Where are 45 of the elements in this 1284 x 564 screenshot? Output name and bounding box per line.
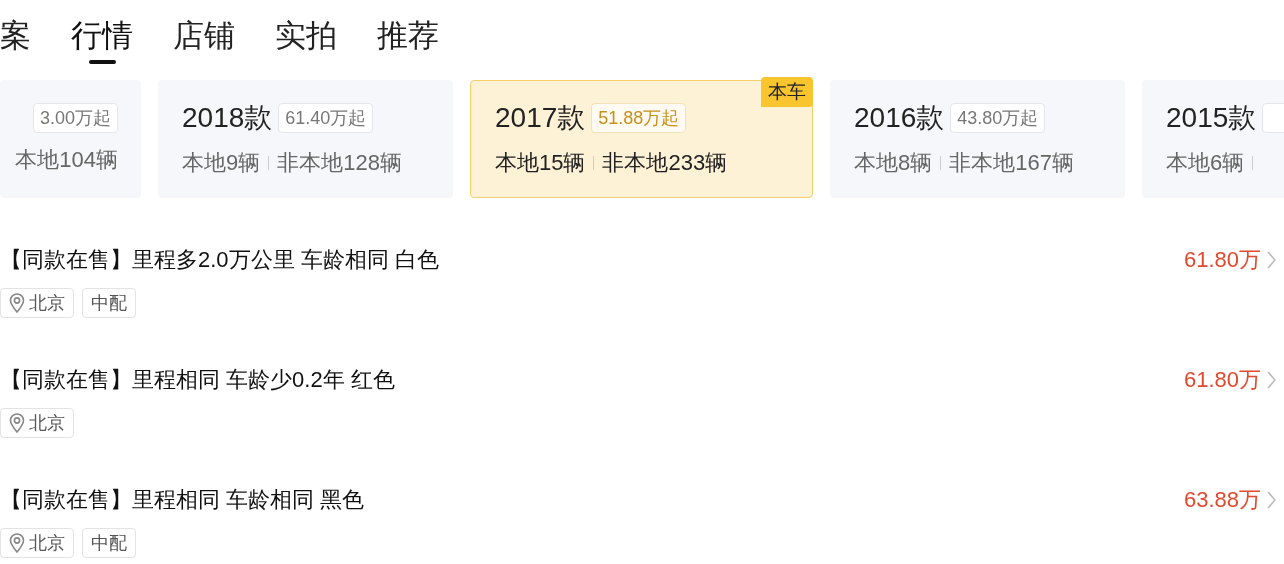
price-tag: 3.00万起 — [32, 103, 118, 133]
location-pin-icon — [9, 293, 25, 313]
location-pin-icon — [9, 533, 25, 553]
tab[interactable]: 店铺 — [173, 14, 235, 58]
model-year: 2016款 — [854, 101, 945, 135]
year-card[interactable]: 2016款 43.80万起 本地8辆 非本地167辆 — [830, 80, 1125, 198]
price-tag: 43.80万起 — [950, 103, 1046, 133]
listing-price: 63.88万 — [1183, 486, 1261, 514]
tab[interactable]: 实拍 — [275, 14, 337, 58]
listing-count: 本地8辆 — [854, 149, 933, 177]
price-tag: 51.88万起 — [591, 103, 687, 133]
location-text: 北京 — [29, 291, 65, 315]
chevron-right-icon[interactable] — [1267, 491, 1276, 509]
year-card[interactable]: 2018款 61.40万起 本地9辆 非本地128辆 — [158, 80, 453, 198]
price-tag: 61.40万起 — [278, 103, 374, 133]
listing-price: 61.80万 — [1183, 246, 1261, 274]
model-year: 2017款 — [495, 101, 586, 135]
listing-count: 本地15辆 — [495, 149, 586, 177]
location-text: 北京 — [29, 411, 65, 435]
model-year: 2015款 — [1166, 101, 1257, 135]
trim-tag: 中配 — [82, 528, 136, 558]
listing-title[interactable]: 【同款在售】里程相同 车龄相同 黑色 — [0, 482, 365, 518]
current-car-badge: 本车 — [761, 77, 813, 107]
listing-title[interactable]: 【同款在售】里程相同 车龄少0.2年 红色 — [0, 362, 395, 398]
year-card[interactable]: 3.00万起 本地104辆 — [0, 80, 141, 198]
listing-count: 非本地128辆 — [277, 149, 402, 177]
location-pin-icon — [9, 413, 25, 433]
model-year: 2018款 — [182, 101, 273, 135]
tab[interactable]: 行情 — [71, 14, 133, 58]
listing-count: 本地9辆 — [182, 149, 261, 177]
trim-tag: 中配 — [82, 288, 136, 318]
tab-underline — [88, 60, 116, 64]
year-card[interactable]: 2015款 本地6辆 — [1142, 80, 1284, 198]
listing-count: 本地104辆 — [15, 146, 118, 174]
tab[interactable]: 案 — [0, 14, 31, 58]
listing-count: 本地6辆 — [1166, 149, 1245, 177]
year-card[interactable]: 2017款 51.88万起 本地15辆 非本地233辆 本车 — [470, 80, 813, 198]
chevron-right-icon[interactable] — [1267, 371, 1276, 389]
listing-title[interactable]: 【同款在售】里程多2.0万公里 车龄相同 白色 — [0, 242, 439, 278]
tab[interactable]: 推荐 — [377, 14, 439, 58]
chevron-right-icon[interactable] — [1267, 251, 1276, 269]
listing-count: 非本地233辆 — [602, 149, 728, 177]
location-text: 北京 — [29, 531, 65, 555]
listing-count: 非本地167辆 — [949, 149, 1074, 177]
listing-price: 61.80万 — [1183, 366, 1261, 394]
